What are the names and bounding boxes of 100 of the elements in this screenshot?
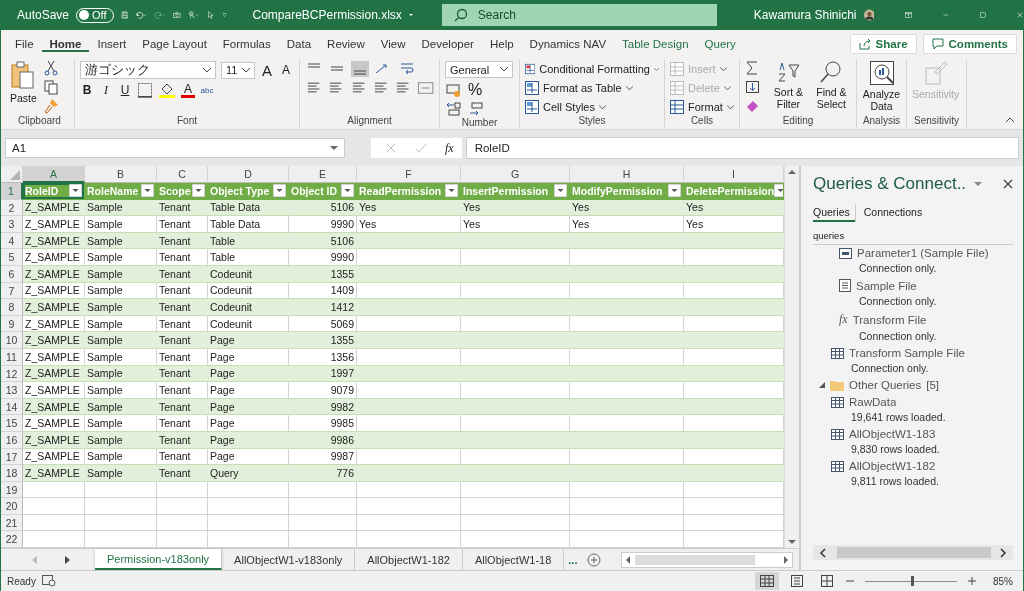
zoom-level[interactable]: 85% xyxy=(993,575,1013,587)
pane-tab[interactable]: Connections xyxy=(859,204,928,222)
phonetic-button[interactable]: abc xyxy=(200,85,214,95)
ribbon-tab[interactable]: Review xyxy=(319,33,373,55)
ribbon-tab[interactable]: Table Design xyxy=(614,33,697,55)
ribbon-tab[interactable]: Home xyxy=(41,33,90,55)
zoom-in-icon[interactable] xyxy=(967,576,977,586)
collapse-ribbon-icon[interactable] xyxy=(1005,117,1015,123)
number-format-field[interactable]: General xyxy=(445,61,513,78)
styles-button[interactable]: Cell Styles xyxy=(525,99,659,115)
increase-decimal-icon[interactable] xyxy=(445,101,463,117)
maximize-icon[interactable] xyxy=(980,9,987,21)
filter-dropdown-icon[interactable] xyxy=(341,184,354,198)
query-name[interactable]: Sample File xyxy=(856,279,917,292)
percent-button[interactable]: % xyxy=(468,81,483,99)
ribbon-tab[interactable]: Help xyxy=(481,33,522,55)
caret-icon[interactable] xyxy=(408,12,413,18)
query-name[interactable]: RawData xyxy=(849,396,897,408)
cells-button[interactable]: Format xyxy=(670,99,734,115)
ribbon-tab[interactable]: Data xyxy=(278,33,320,55)
horizontal-scrollbar[interactable] xyxy=(813,545,1013,560)
query-name[interactable]: AllObjectW1-183 xyxy=(849,428,936,440)
sort-filter-button[interactable]: Sort & Filter xyxy=(771,60,806,111)
filter-dropdown-icon[interactable] xyxy=(554,184,567,198)
ribbon-display-icon[interactable] xyxy=(905,9,913,21)
borders-icon[interactable] xyxy=(137,82,153,98)
filter-dropdown-icon[interactable] xyxy=(774,184,783,198)
currency-icon[interactable] xyxy=(445,82,463,98)
column-header[interactable]: A xyxy=(23,166,85,183)
bold-button[interactable]: B xyxy=(80,83,94,97)
more-sheets[interactable]: ... xyxy=(568,553,578,566)
row-header[interactable]: 15 xyxy=(1,415,23,432)
query-name[interactable]: Parameter1 (Sample File) xyxy=(857,247,989,259)
ribbon-tab[interactable]: Developer xyxy=(413,33,482,55)
row-header[interactable]: 22 xyxy=(1,531,23,548)
row-header[interactable]: 20 xyxy=(1,498,23,515)
scroll-left-icon[interactable] xyxy=(625,555,632,564)
user-name[interactable]: Kawamura Shinichi xyxy=(753,8,857,22)
filter-dropdown-icon[interactable] xyxy=(192,184,205,198)
document-title[interactable]: CompareBCPermission.xlsx xyxy=(252,8,402,22)
row-header[interactable]: 1 xyxy=(1,183,23,200)
filter-dropdown-icon[interactable] xyxy=(445,184,458,198)
search-field[interactable]: Search xyxy=(441,4,717,26)
pane-tab[interactable]: Queries xyxy=(813,204,856,222)
shrink-font-button[interactable]: A xyxy=(279,63,293,77)
merge-icon[interactable] xyxy=(416,80,434,96)
scroll-right-icon[interactable] xyxy=(999,547,1007,558)
vertical-scrollbar[interactable] xyxy=(784,166,799,548)
add-sheet-icon[interactable] xyxy=(587,552,602,567)
row-header[interactable]: 5 xyxy=(1,249,23,266)
font-color-button[interactable]: A xyxy=(181,82,195,98)
scroll-left-icon[interactable] xyxy=(819,547,827,558)
decrease-decimal-icon[interactable] xyxy=(468,101,486,117)
row-header[interactable]: 8 xyxy=(1,299,23,316)
ribbon-tab[interactable]: File xyxy=(7,33,42,55)
italic-button[interactable]: I xyxy=(99,82,113,98)
wrap-text-icon[interactable] xyxy=(399,61,415,77)
scroll-right-icon[interactable] xyxy=(783,555,789,564)
horizontal-scrollbar[interactable] xyxy=(621,551,793,568)
pane-options-icon[interactable] xyxy=(974,181,983,187)
styles-button[interactable]: Format as Table xyxy=(525,80,659,96)
row-header[interactable]: 13 xyxy=(1,382,23,399)
insert-function-button[interactable]: fx xyxy=(445,140,454,156)
ribbon-tab[interactable]: View xyxy=(372,33,414,55)
ribbon-tab[interactable]: Page Layout xyxy=(134,33,215,55)
folder-name[interactable]: Other Queries xyxy=(849,379,922,391)
ribbon-tab[interactable]: Insert xyxy=(89,33,135,55)
scroll-down-icon[interactable] xyxy=(788,539,796,545)
row-header[interactable]: 18 xyxy=(1,465,23,482)
font-size-field[interactable]: 11 xyxy=(221,61,255,79)
share-button[interactable]: Share xyxy=(849,34,917,54)
formula-field[interactable]: RoleID xyxy=(465,137,1019,159)
cut-icon[interactable] xyxy=(42,60,59,76)
normal-view-icon[interactable] xyxy=(755,572,779,590)
accessibility-icon[interactable] xyxy=(41,575,56,587)
ribbon-tab[interactable]: Dynamics NAV xyxy=(521,33,615,55)
filter-dropdown-icon[interactable] xyxy=(668,184,681,198)
query-name[interactable]: Transform Sample File xyxy=(849,347,965,359)
query-name[interactable]: Transform File xyxy=(852,313,927,326)
copy-icon[interactable] xyxy=(42,79,59,95)
name-box[interactable]: A1 xyxy=(5,138,345,158)
filter-dropdown-icon[interactable] xyxy=(69,184,82,198)
close-icon[interactable] xyxy=(1003,179,1013,189)
row-header[interactable]: 10 xyxy=(1,332,23,349)
ribbon-tab[interactable]: Formulas xyxy=(214,33,279,55)
find-select-button[interactable]: Find & Select xyxy=(811,60,851,111)
analyze-data-button[interactable]: Analyze Data xyxy=(862,60,901,113)
paste-button[interactable]: Paste xyxy=(10,60,37,105)
fill-color-icon[interactable] xyxy=(158,82,176,98)
query-name[interactable]: AllObjectW1-182 xyxy=(849,460,936,472)
filter-dropdown-icon[interactable] xyxy=(141,184,154,198)
expand-icon[interactable] xyxy=(819,382,825,388)
filter-dropdown-icon[interactable] xyxy=(273,184,286,198)
row-header[interactable]: 3 xyxy=(1,216,23,233)
underline-button[interactable]: U xyxy=(118,83,132,97)
grow-font-button[interactable]: A xyxy=(260,61,274,79)
next-sheet-icon[interactable] xyxy=(63,555,71,564)
scroll-up-icon[interactable] xyxy=(788,169,796,175)
styles-button[interactable]: Conditional Formatting xyxy=(525,61,659,77)
comments-button[interactable]: Comments xyxy=(922,34,1017,54)
